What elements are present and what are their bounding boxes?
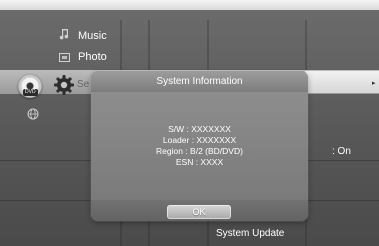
software-version: S/W : XXXXXXX [168,124,231,134]
menu-item-setup[interactable]: Se [77,79,89,90]
system-update-item[interactable]: System Update [216,228,284,239]
menu-item-photo[interactable]: Photo [78,51,107,63]
esn-number: ESN : XXXX [175,157,224,167]
music-icon [59,29,69,40]
dialog-body: S/W : XXXXXXX Loader : XXXXXXX Region : … [91,92,308,200]
selected-setting-highlight [305,71,379,93]
photo-icon [59,53,70,62]
loader-version: Loader : XXXXXXX [162,135,237,145]
setting-value-on[interactable]: : On [332,146,351,157]
gear-icon[interactable] [53,74,75,96]
menu-item-music[interactable]: Music [78,30,107,42]
globe-icon [27,108,39,120]
region-code: Region : B/2 (BD/DVD) [156,146,243,156]
dvd-badge: DVD [23,89,38,96]
dialog-title: System Information [91,71,308,92]
system-information-dialog: System Information S/W : XXXXXXX Loader … [91,71,308,221]
ok-button[interactable]: OK [167,205,231,219]
arrow-right-icon: ▸ [372,80,376,87]
